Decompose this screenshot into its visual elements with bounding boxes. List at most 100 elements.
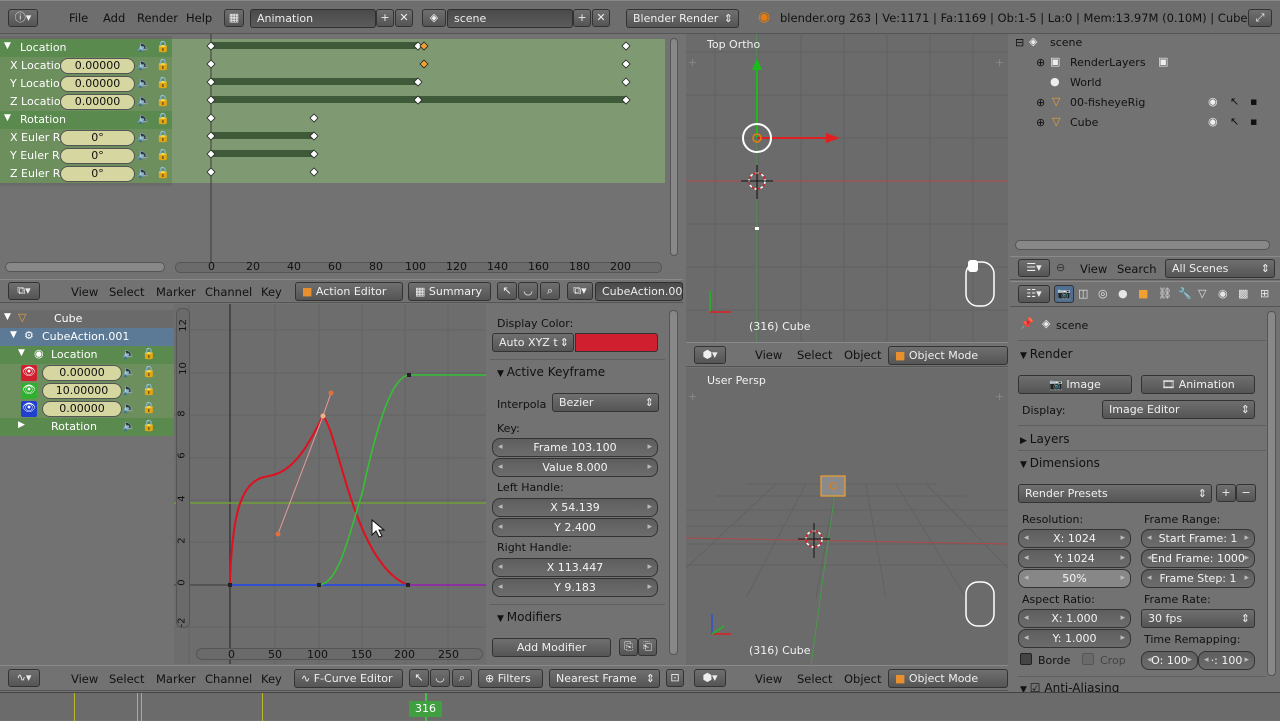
menu-select[interactable]: Select	[109, 281, 144, 303]
border-checkbox[interactable]	[1020, 653, 1032, 665]
data-tab-icon[interactable]: ▽	[1198, 287, 1206, 300]
pin-icon[interactable]: 📌	[1020, 317, 1034, 330]
summary-toggle[interactable]: ▦ Summary	[408, 282, 491, 301]
render-engine-dropdown[interactable]: Blender Render ⇕	[626, 9, 739, 28]
menu-select[interactable]: Select	[109, 668, 144, 690]
object-mode-dropdown[interactable]: ■ Object Mode	[888, 346, 1008, 365]
pivot-icon[interactable]: ⊡	[666, 669, 684, 687]
menu-file[interactable]: File	[69, 7, 88, 29]
scene-tab-icon[interactable]: ◎	[1098, 287, 1108, 300]
viewport-top-ortho[interactable]: Top Ortho (316) Cube + +	[686, 34, 1008, 342]
resolution-x-field[interactable]: X: 1024	[1018, 529, 1131, 548]
graph-channel-object[interactable]: ▼ ▽ Cube	[0, 310, 174, 328]
eye-icon[interactable]: ◉	[1208, 95, 1218, 108]
graph-canvas[interactable]: 12 10 8 6 4 2 0 -2 0 50 100 150 200 250	[174, 304, 486, 664]
modifiers-header[interactable]: ▼ Modifiers	[497, 610, 562, 624]
channel-value[interactable]: 0.00000	[42, 401, 122, 417]
channel-value[interactable]: 0.00000	[60, 58, 135, 74]
outliner-filter-dropdown[interactable]: All Scenes ⇕	[1165, 259, 1275, 278]
add-scene-icon[interactable]: +	[573, 9, 591, 27]
menu-channel[interactable]: Channel	[205, 281, 252, 303]
resolution-y-field[interactable]: Y: 1024	[1018, 549, 1131, 568]
outliner-item[interactable]: ⊕ ▣ RenderLayers ▣	[1010, 54, 1280, 72]
right-handle-x-field[interactable]: X 113.447	[492, 558, 658, 577]
layout-icon[interactable]: ▦	[224, 9, 244, 27]
constraints-tab-icon[interactable]: ⛓	[1158, 287, 1172, 300]
add-layout-icon[interactable]: +	[376, 9, 394, 27]
menu-view[interactable]: View	[755, 668, 782, 690]
plus-icon[interactable]: +	[688, 56, 697, 69]
modifier-tab-icon[interactable]: 🔧	[1178, 287, 1192, 300]
menu-channel[interactable]: Channel	[205, 668, 252, 690]
render-image-button[interactable]: 📷 Image	[1018, 375, 1132, 394]
plus-icon[interactable]: +	[995, 390, 1004, 403]
plus-icon[interactable]: +	[688, 390, 697, 403]
dopesheet-h-scrollbar[interactable]	[5, 262, 165, 272]
left-handle-x-field[interactable]: X 54.139	[492, 498, 658, 517]
channel-row[interactable]: X Locatio 0.00000 🔈 🔒	[0, 57, 172, 75]
key-value-field[interactable]: Value 8.000	[492, 458, 658, 477]
remove-layout-icon[interactable]: ✕	[395, 9, 413, 27]
channel-row[interactable]: X Euler Ro 0° 🔈 🔒	[0, 129, 172, 147]
panel-v-scrollbar[interactable]	[669, 310, 678, 655]
menu-view[interactable]: View	[1080, 258, 1107, 280]
object-tab-icon[interactable]: ■	[1138, 287, 1148, 300]
menu-object[interactable]: Object	[844, 668, 881, 690]
ghost-icon[interactable]: ◡	[430, 669, 450, 687]
anti-aliasing-checkbox-icon[interactable]: ☑	[1030, 681, 1045, 692]
plus-icon[interactable]: +	[995, 56, 1004, 69]
channel-row[interactable]: Z Locatio 0.00000 🔈 🔒	[0, 93, 172, 111]
aspect-y-field[interactable]: Y: 1.000	[1018, 629, 1131, 648]
object-mode-dropdown[interactable]: ■ Object Mode	[888, 669, 1008, 688]
outliner-item[interactable]: ⊕ ▽ Cube ◉ ↖ ▪	[1010, 114, 1280, 132]
camera-icon[interactable]: ▪	[1250, 115, 1257, 128]
ghost-icon[interactable]: ◡	[518, 282, 538, 300]
fullscreen-icon[interactable]: ⤢	[1248, 9, 1272, 27]
paste-modifier-icon[interactable]: ⎗	[638, 638, 657, 656]
time-remap-old-field[interactable]: O: 100	[1141, 651, 1198, 670]
copy-modifier-icon[interactable]: ⎘	[619, 638, 638, 656]
outliner-item[interactable]: ● World	[1010, 74, 1280, 92]
layers-panel-header[interactable]: ▶ Layers	[1020, 432, 1070, 446]
menu-help[interactable]: Help	[186, 7, 212, 29]
channel-row[interactable]: Z Euler Ro 0° 🔈 🔒	[0, 165, 172, 183]
viewport-user-persp[interactable]: User Persp (316) Cube + +	[686, 368, 1008, 665]
outliner-editor-icon[interactable]: ☰▾	[1018, 259, 1050, 277]
dopesheet-mode-dropdown[interactable]: ■ Action Editor	[295, 282, 403, 301]
outliner-item[interactable]: ⊕ ▽ 00-fisheyeRig ◉ ↖ ▪	[1010, 94, 1280, 112]
zoom-icon[interactable]: ⌕	[540, 282, 560, 300]
camera-icon[interactable]: ▪	[1250, 95, 1257, 108]
outliner-h-scrollbar[interactable]	[1015, 240, 1270, 250]
timeline[interactable]: 316	[0, 692, 1280, 721]
resolution-percentage-field[interactable]: 50%	[1018, 569, 1131, 588]
menu-object[interactable]: Object	[844, 344, 881, 366]
frame-rate-dropdown[interactable]: 30 fps ⇕	[1141, 609, 1255, 628]
dopesheet-editor-icon[interactable]: ⧉▾	[8, 282, 40, 300]
graph-editor-icon[interactable]: ∿▾	[8, 669, 40, 687]
channel-row[interactable]: ▼ Rotation 🔈 🔒	[0, 111, 172, 129]
frame-step-field[interactable]: Frame Step: 1	[1141, 569, 1255, 588]
channel-row[interactable]: ▼ Location 🔈 🔒	[0, 39, 172, 57]
layers-tab-icon[interactable]: ◫	[1078, 287, 1088, 300]
anti-aliasing-panel-header[interactable]: ▼ ☑ Anti-Aliasing	[1020, 681, 1119, 692]
texture-tab-icon[interactable]: ▩	[1238, 287, 1248, 300]
scene-icon[interactable]: ◈	[422, 9, 446, 27]
add-preset-icon[interactable]: +	[1216, 484, 1236, 502]
view3d-editor-icon[interactable]: ⬢▾	[694, 346, 726, 364]
key-frame-field[interactable]: Frame 103.100	[492, 438, 658, 457]
aspect-x-field[interactable]: X: 1.000	[1018, 609, 1131, 628]
add-modifier-button[interactable]: Add Modifier	[492, 638, 611, 657]
snap-dropdown[interactable]: Nearest Frame ⇕	[549, 669, 660, 688]
menu-marker[interactable]: Marker	[156, 668, 196, 690]
dopesheet-v-scrollbar[interactable]	[670, 38, 678, 256]
graph-channel-group[interactable]: ▼ ◉ Location 🔈 🔒	[0, 346, 174, 364]
channel-value[interactable]: 0°	[60, 130, 135, 146]
cursor-icon[interactable]: ↖	[1230, 95, 1239, 108]
display-dropdown[interactable]: Image Editor ⇕	[1102, 400, 1255, 419]
channel-value[interactable]: 0°	[60, 148, 135, 164]
color-mode-dropdown[interactable]: Auto XYZ t ⇕	[492, 333, 574, 352]
menu-select[interactable]: Select	[797, 668, 832, 690]
action-browse-icon[interactable]: ⧉▾	[567, 282, 593, 300]
channel-row[interactable]: Y Locatio 0.00000 🔈 🔒	[0, 75, 172, 93]
menu-search[interactable]: Search	[1117, 258, 1157, 280]
